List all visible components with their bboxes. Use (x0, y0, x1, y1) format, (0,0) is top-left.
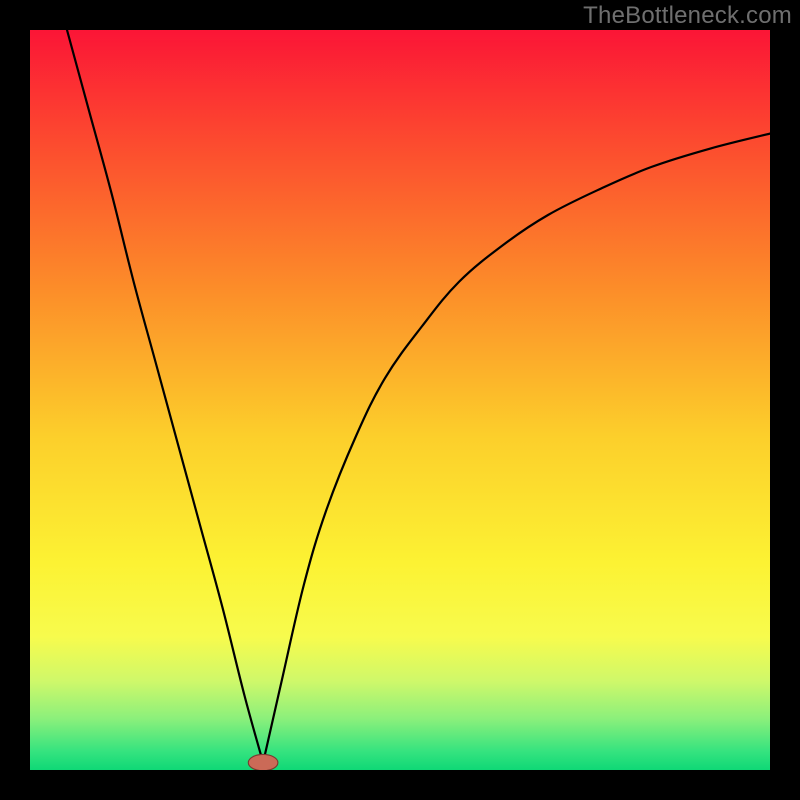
plot-area (30, 30, 770, 770)
curve-minimum-marker (248, 754, 278, 770)
curve-left-branch (67, 30, 263, 763)
watermark-text: TheBottleneck.com (583, 2, 792, 30)
curve-right-branch (263, 134, 770, 763)
chart-frame: TheBottleneck.com (0, 0, 800, 800)
plot-curve-layer (30, 30, 770, 770)
